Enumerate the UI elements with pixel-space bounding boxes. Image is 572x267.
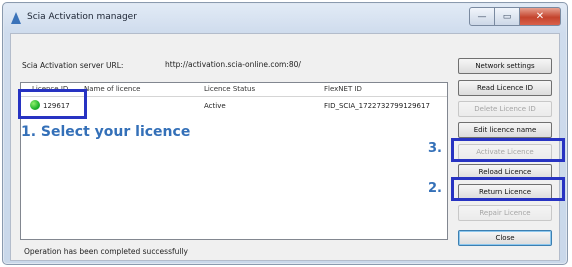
maximize-icon: ▭ — [502, 11, 512, 22]
column-header-flexnet-id[interactable]: FlexNET ID — [324, 85, 362, 93]
maximize-button[interactable]: ▭ — [495, 7, 519, 26]
step1-annotation: 1. Select your licence — [21, 124, 191, 140]
server-url-label: Scia Activation server URL: — [22, 61, 124, 70]
edit-licence-name-button[interactable]: Edit licence name — [458, 122, 552, 138]
licence-status-cell: Active — [204, 102, 226, 110]
scia-app-icon — [11, 12, 21, 24]
read-licence-id-button[interactable]: Read Licence ID — [458, 80, 552, 96]
licence-row-highlight — [18, 89, 87, 119]
step2-annotation: 2. — [428, 181, 442, 196]
server-url-field[interactable]: http://activation.scia-online.com:80/ — [161, 58, 453, 71]
column-header-licence-status[interactable]: Licence Status — [204, 85, 255, 93]
return-licence-highlight — [451, 177, 565, 201]
activate-licence-highlight — [451, 138, 565, 162]
window-controls: — ▭ ✕ — [469, 7, 561, 26]
close-icon: ✕ — [535, 11, 545, 22]
step3-annotation: 3. — [428, 141, 442, 156]
flexnet-id-cell: FID_SCIA_1722732799129617 — [324, 102, 430, 110]
minimize-icon: — — [477, 11, 487, 22]
repair-licence-button[interactable]: Repair Licence — [458, 205, 552, 221]
window-title: Scia Activation manager — [27, 12, 137, 22]
minimize-button[interactable]: — — [469, 7, 495, 26]
title-bar[interactable]: Scia Activation manager — ▭ ✕ — [3, 3, 567, 33]
status-message: Operation has been completed successfull… — [24, 247, 188, 256]
close-button[interactable]: Close — [458, 230, 552, 246]
network-settings-button[interactable]: Network settings — [458, 58, 552, 74]
delete-licence-id-button[interactable]: Delete Licence ID — [458, 101, 552, 117]
column-header-licence-name[interactable]: Name of licence — [84, 85, 141, 93]
close-window-button[interactable]: ✕ — [519, 7, 561, 26]
